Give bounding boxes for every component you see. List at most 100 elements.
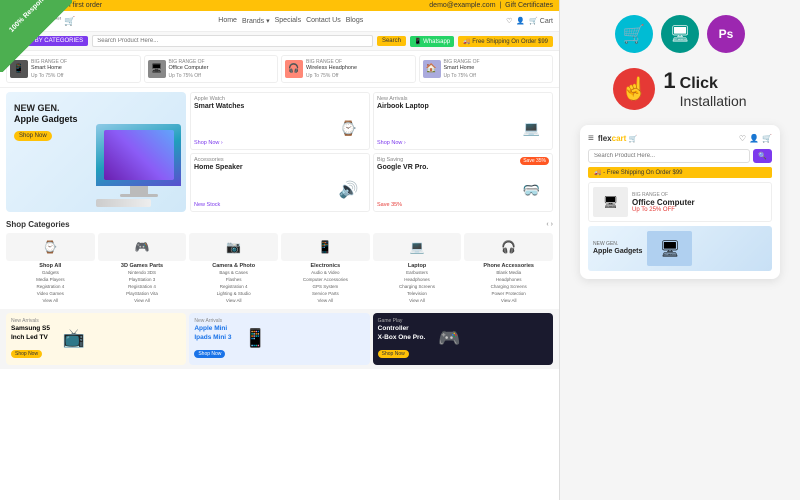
keyboard: [96, 199, 151, 207]
mob-promo-text: BIG RANGE OF Office Computer Up To 25% O…: [632, 192, 695, 213]
cat-img-1: 🎮: [98, 233, 187, 261]
grid-item-0: Apple Watch Smart Watches Shop Now › ⌚: [190, 92, 370, 151]
cart-icon-symbol: 🛒: [623, 24, 645, 45]
topbar-right: demo@example.com | Gift Certificates: [429, 2, 553, 9]
promo-text-2: Game Play ControllerX-Box One Pro. Shop …: [378, 318, 426, 360]
cat-img-3: 📱: [281, 233, 370, 261]
range-icon-2: 🎧: [285, 60, 303, 78]
header: flexcart Market 🛒 Home Brands ▾ Specials…: [0, 11, 559, 32]
promo-btn-1[interactable]: Shop Now: [194, 350, 225, 358]
mob-promo: 🖥 BIG RANGE OF Office Computer Up To 25%…: [588, 182, 772, 222]
cat-item-0: ⌚ Shop All GadgetsMedia PlayersRegistrat…: [6, 233, 95, 305]
grid-item-badge-3: Save 35%: [520, 157, 549, 165]
shop-categories: Shop Categories ‹ › ⌚ Shop All GadgetsMe…: [0, 216, 559, 309]
hero-section: NEW GEN. Apple Gadgets Shop Now Apple Wa…: [0, 88, 559, 216]
cat-img-2: 📷: [189, 233, 278, 261]
nav-blogs[interactable]: Blogs: [346, 17, 364, 25]
install-section: ☝ 1 Click Installation: [613, 68, 746, 110]
cart-circle-icon: 🛒: [615, 15, 653, 53]
grid-item-link-0[interactable]: Shop Now ›: [194, 140, 223, 146]
navigation: Home Brands ▾ Specials Contact Us Blogs: [81, 17, 500, 25]
cart-header-icon[interactable]: 🛒 Cart: [529, 17, 553, 25]
user-icon[interactable]: 👤: [516, 17, 525, 25]
cat-img-4: 💻: [373, 233, 462, 261]
hero-left: NEW GEN. Apple Gadgets Shop Now: [6, 92, 186, 212]
nav-specials[interactable]: Specials: [275, 17, 301, 25]
mob-menu-icon: ≡: [588, 133, 594, 144]
header-icons: ♡ 👤 🛒 Cart: [506, 17, 553, 25]
nav-brands[interactable]: Brands ▾: [242, 17, 270, 25]
range-icon-3: 🏠: [423, 60, 441, 78]
promo-text-1: New Arrivals Apple MiniIpads Mini 3 Shop…: [194, 318, 231, 360]
mob-header: ≡ flexcart 🛒 ♡ 👤 🛒: [588, 133, 772, 144]
nav-contact[interactable]: Contact Us: [306, 17, 341, 25]
mobile-mockup: ≡ flexcart 🛒 ♡ 👤 🛒 🔍 🚚 - Free Shipping O…: [580, 125, 780, 279]
hero-shop-now-button[interactable]: Shop Now: [14, 131, 52, 141]
mob-logo-highlight: cart: [612, 134, 627, 143]
nav-home[interactable]: Home: [218, 17, 237, 25]
grid-item-3: Big Saving Google VR Pro. Save 35% 🥽 Sav…: [373, 153, 553, 212]
right-panel: 🛒 🖥 Ps ☝ 1 Click Installation: [560, 0, 800, 500]
search-button[interactable]: Search: [377, 36, 406, 46]
main-container: 100% Responsive Get 5% cashback on first…: [0, 0, 800, 500]
search-input[interactable]: [92, 35, 373, 47]
promo-item-0: New Arrivals Samsung S5Inch Led TV Shop …: [6, 313, 186, 365]
whatsapp-button[interactable]: 📱 Whatsapp: [410, 36, 454, 47]
promo-img-0: 📺: [54, 321, 94, 356]
cat-img-5: 🎧: [464, 233, 553, 261]
promo-btn-0[interactable]: Shop Now: [11, 350, 42, 358]
section-nav-arrows[interactable]: ‹ ›: [546, 221, 553, 228]
promo-item-2: Game Play ControllerX-Box One Pro. Shop …: [373, 313, 553, 365]
monitor-screen-content: [104, 130, 174, 180]
monitor-screen: [96, 124, 181, 186]
promo-row: New Arrivals Samsung S5Inch Led TV Shop …: [0, 309, 559, 369]
responsive-badge: 100% Responsive: [0, 0, 70, 70]
install-number: 1: [663, 70, 675, 92]
install-text: 1 Click Installation: [663, 70, 746, 109]
promo-img-1: 📱: [236, 321, 276, 356]
grid-item-img-3: 🥽: [514, 173, 549, 208]
top-icons: 🛒 🖥 Ps: [615, 15, 745, 53]
mob-logo-cart-icon: 🛒: [629, 136, 638, 143]
ps-icon-symbol: Ps: [719, 27, 734, 41]
cat-item-4: 💻 Laptop EarbustersHeadphonesCharging Sc…: [373, 233, 462, 305]
big-range-row: 📱 BIG RANGE OF Smart Home Up To 75% Off …: [0, 51, 559, 88]
mob-free-shipping: 🚚 - Free Shipping On Order $99: [588, 167, 772, 178]
grid-item-1: New Arrivals Airbook Laptop Shop Now › 💻: [373, 92, 553, 151]
range-item-text-2: BIG RANGE OF Wireless Headphone Up To 75…: [306, 59, 357, 79]
cat-item-3: 📱 Electronics Audio & VideoComputer Acce…: [281, 233, 370, 305]
install-installation-label: Installation: [680, 93, 747, 109]
promo-item-1: New Arrivals Apple MiniIpads Mini 3 Shop…: [189, 313, 369, 365]
grid-item-link-3[interactable]: Save 35%: [377, 202, 402, 208]
range-item-3: 🏠 BIG RANGE OF Smart Home Up To 75% Off: [419, 55, 554, 83]
grid-item-img-2: 🔊: [331, 173, 366, 208]
mob-hero-title: Apple Gadgets: [593, 247, 642, 257]
section-title: Shop Categories ‹ ›: [6, 220, 553, 229]
grid-item-img-0: ⌚: [331, 111, 366, 146]
mob-search-input[interactable]: [588, 149, 750, 163]
grid-item-link-2[interactable]: New Stock: [194, 202, 220, 208]
website-mockup: 100% Responsive Get 5% cashback on first…: [0, 0, 560, 500]
range-item-2: 🎧 BIG RANGE OF Wireless Headphone Up To …: [281, 55, 416, 83]
monitor-base: [120, 194, 158, 197]
mob-wishlist-icon: ♡: [739, 134, 746, 143]
promo-btn-2[interactable]: Shop Now: [378, 350, 409, 358]
grid-item-link-1[interactable]: Shop Now ›: [377, 140, 406, 146]
mob-header-icons: ♡ 👤 🛒: [739, 134, 772, 143]
grid-item-2: Accessories Home Speaker New Stock 🔊: [190, 153, 370, 212]
mob-promo-image: 🖥: [593, 187, 628, 217]
search-bar: ≡ SHOP BY CATEGORIES Search 📱 Whatsapp 🚚…: [0, 32, 559, 51]
mob-search-button[interactable]: 🔍: [753, 149, 772, 163]
mob-logo: flexcart 🛒: [598, 134, 637, 143]
ps-circle-icon: Ps: [707, 15, 745, 53]
monitor-stand: [130, 186, 148, 194]
monitor-icon-symbol: 🖥: [670, 24, 690, 44]
mob-hero: NEW GEN. Apple Gadgets 🖥: [588, 226, 772, 271]
range-item-1: 🖥 BIG RANGE OF Office Computer Up To 75%…: [144, 55, 279, 83]
mob-hero-text-container: NEW GEN. Apple Gadgets: [593, 241, 642, 257]
mob-cart-icon: 🛒: [762, 134, 772, 143]
hero-product-image: [96, 124, 181, 207]
wishlist-icon[interactable]: ♡: [506, 17, 512, 25]
hero-title: NEW GEN.: [14, 102, 178, 115]
mob-hero-image: 🖥: [647, 231, 692, 266]
